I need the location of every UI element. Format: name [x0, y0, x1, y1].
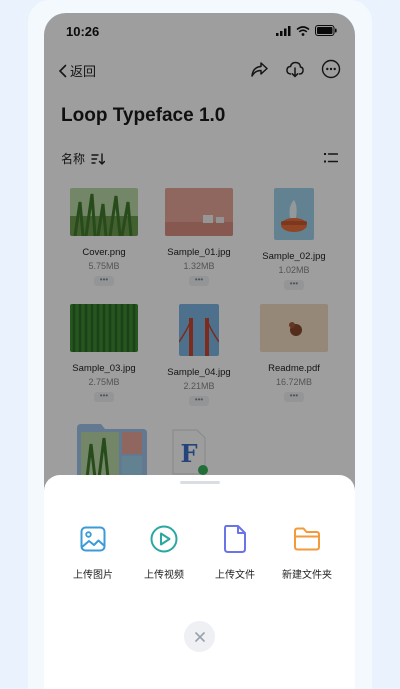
- upload-image-label: 上传图片: [73, 570, 113, 581]
- file-icon: [224, 525, 246, 553]
- bottom-sheet: 上传图片 上传视频 上传文件 新建文件夹: [44, 475, 355, 689]
- upload-image-button[interactable]: 上传图片: [58, 523, 128, 581]
- new-folder-label: 新建文件夹: [282, 570, 332, 581]
- upload-file-label: 上传文件: [215, 570, 255, 581]
- close-button[interactable]: [184, 621, 215, 652]
- folder-icon: [294, 527, 320, 551]
- upload-video-label: 上传视频: [144, 570, 184, 581]
- play-icon: [150, 525, 178, 553]
- new-folder-button[interactable]: 新建文件夹: [272, 523, 342, 581]
- phone-screen: 10:26 返回 Loop Typeface 1.0 名称 Cover.png …: [44, 13, 355, 689]
- close-icon: [194, 631, 205, 642]
- upload-file-button[interactable]: 上传文件: [200, 523, 270, 581]
- upload-video-button[interactable]: 上传视频: [129, 523, 199, 581]
- sheet-handle[interactable]: [180, 481, 220, 484]
- image-icon: [80, 526, 106, 552]
